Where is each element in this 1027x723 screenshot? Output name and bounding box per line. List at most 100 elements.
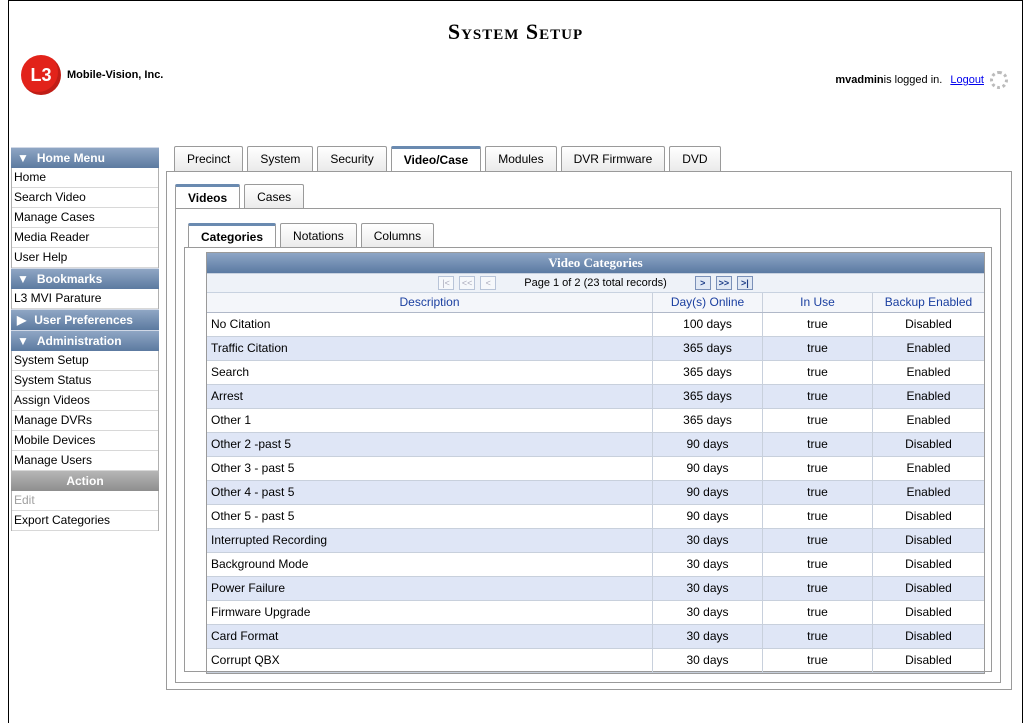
sidebar-item-search-video[interactable]: Search Video [12,188,158,208]
tab-video-case[interactable]: Video/Case [390,146,482,174]
days-online-cell: 90 days [653,505,763,528]
table-row[interactable]: Other 1 365 days true Enabled [207,409,984,433]
table-row[interactable]: Search 365 days true Enabled [207,361,984,385]
in-use-cell: true [763,481,873,504]
caret-down-icon: ▼ [17,151,29,165]
table-row[interactable]: Other 5 - past 5 90 days true Disabled [207,505,984,529]
description-cell: Corrupt QBX [207,649,653,672]
bookmarks-list: L3 MVI Parature [11,289,159,309]
videos-panel: Categories Notations Columns Video Categor… [175,208,1001,683]
description-cell: Firmware Upgrade [207,601,653,624]
administration-list: System Setup System Status Assign Videos Ma… [11,351,159,471]
backup-enabled-cell: Enabled [906,389,951,403]
column-header-backup-enabled[interactable]: Backup Enabled [873,293,984,312]
sidebar: ▼ Home Menu Home Search Video Manage Cases M… [11,147,159,531]
backup-enabled-cell: Disabled [905,317,952,331]
table-row[interactable]: Card Format 30 days true Disabled [207,625,984,649]
action-item-export-categories[interactable]: Export Categories [12,511,158,531]
table-row[interactable]: Other 3 - past 5 90 days true Enabled [207,457,984,481]
sidebar-item-manage-users[interactable]: Manage Users [12,451,158,471]
description-cell: Other 5 - past 5 [207,505,653,528]
in-use-cell: true [763,361,873,384]
table-row[interactable]: Power Failure 30 days true Disabled [207,577,984,601]
tab-columns[interactable]: Columns [360,223,435,248]
description-cell: Card Format [207,625,653,648]
table-row[interactable]: Arrest 365 days true Enabled [207,385,984,409]
backup-enabled-cell: Enabled [906,341,951,355]
sidebar-item-assign-videos[interactable]: Assign Videos [12,391,158,411]
tab-precinct[interactable]: Precinct [174,146,244,171]
backup-enabled-cell: Enabled [906,461,951,475]
logged-in-text: is logged in. [883,74,943,86]
l3-logo-icon: L3 [21,55,61,95]
description-cell: Background Mode [207,553,653,576]
description-cell: Other 2 -past 5 [207,433,653,456]
prev-page-icon: < [480,276,497,291]
sidebar-item-system-status[interactable]: System Status [12,371,158,391]
prev-10-pages-icon: << [459,276,476,291]
days-online-cell: 30 days [653,553,763,576]
grid-title: Video Categories [207,253,984,273]
table-row[interactable]: Firmware Upgrade 30 days true Disabled [207,601,984,625]
page-title: System Setup [447,19,584,44]
description-cell: Power Failure [207,577,653,600]
table-row[interactable]: No Citation 100 days true Disabled [207,313,984,337]
backup-enabled-cell: Enabled [906,365,951,379]
in-use-cell: true [763,337,873,360]
table-row[interactable]: Traffic Citation 365 days true Enabled [207,337,984,361]
column-header-in-use[interactable]: In Use [763,293,873,312]
description-cell: Other 1 [207,409,653,432]
administration-header[interactable]: ▼ Administration [11,330,159,351]
company-name: Mobile-Vision, Inc. [67,69,164,81]
table-row[interactable]: Interrupted Recording 30 days true Disabled [207,529,984,553]
description-cell: No Citation [207,313,653,336]
table-row[interactable]: Background Mode 30 days true Disabled [207,553,984,577]
logout-link[interactable]: Logout [950,74,984,86]
tab-security[interactable]: Security [317,146,387,171]
setup-tabs: Precinct System Security Video/Case Modules D… [174,146,725,174]
table-row[interactable]: Other 4 - past 5 90 days true Enabled [207,481,984,505]
days-online-cell: 30 days [653,577,763,600]
column-header-description[interactable]: Description [207,293,653,312]
tab-modules[interactable]: Modules [485,146,557,171]
sidebar-item-manage-dvrs[interactable]: Manage DVRs [12,411,158,431]
tab-cases[interactable]: Cases [244,184,305,209]
last-page-button[interactable]: >| [736,276,753,291]
loading-spinner-icon [990,71,1008,89]
days-online-cell: 365 days [653,337,763,360]
sidebar-item-user-help[interactable]: User Help [12,248,158,268]
home-menu-header[interactable]: ▼ Home Menu [11,147,159,168]
sidebar-item-manage-cases[interactable]: Manage Cases [12,208,158,228]
sidebar-item-mobile-devices[interactable]: Mobile Devices [12,431,158,451]
bookmarks-header[interactable]: ▼ Bookmarks [11,268,159,289]
next-page-button[interactable]: > [694,276,711,291]
in-use-cell: true [763,529,873,552]
next-10-pages-button[interactable]: >> [715,276,732,291]
tab-system[interactable]: System [247,146,314,171]
pager: |< << < Page 1 of 2 (23 total records) >… [207,273,984,292]
tab-dvd[interactable]: DVD [669,146,721,171]
column-header-days-online[interactable]: Day(s) Online [653,293,763,312]
sidebar-item-system-setup[interactable]: System Setup [12,351,158,371]
table-row[interactable]: Other 2 -past 5 90 days true Disabled [207,433,984,457]
bookmark-item-l3-mvi-parature[interactable]: L3 MVI Parature [12,289,158,309]
in-use-cell: true [763,625,873,648]
table-row[interactable]: Corrupt QBX 30 days true Disabled [207,649,984,673]
days-online-cell: 90 days [653,433,763,456]
description-cell: Other 4 - past 5 [207,481,653,504]
backup-enabled-cell: Disabled [905,557,952,571]
tab-dvr-firmware[interactable]: DVR Firmware [560,146,666,171]
in-use-cell: true [763,649,873,672]
sidebar-item-media-reader[interactable]: Media Reader [12,228,158,248]
sidebar-item-home[interactable]: Home [12,168,158,188]
backup-enabled-cell: Disabled [905,581,952,595]
company-logo: L3 Mobile-Vision, Inc. [21,55,163,95]
caret-right-icon: ▶ [17,313,27,327]
in-use-cell: true [763,313,873,336]
days-online-cell: 365 days [653,409,763,432]
days-online-cell: 30 days [653,625,763,648]
user-preferences-header[interactable]: ▶ User Preferences [11,309,159,330]
in-use-cell: true [763,601,873,624]
first-page-icon: |< [438,276,455,291]
tab-notations[interactable]: Notations [280,223,357,248]
